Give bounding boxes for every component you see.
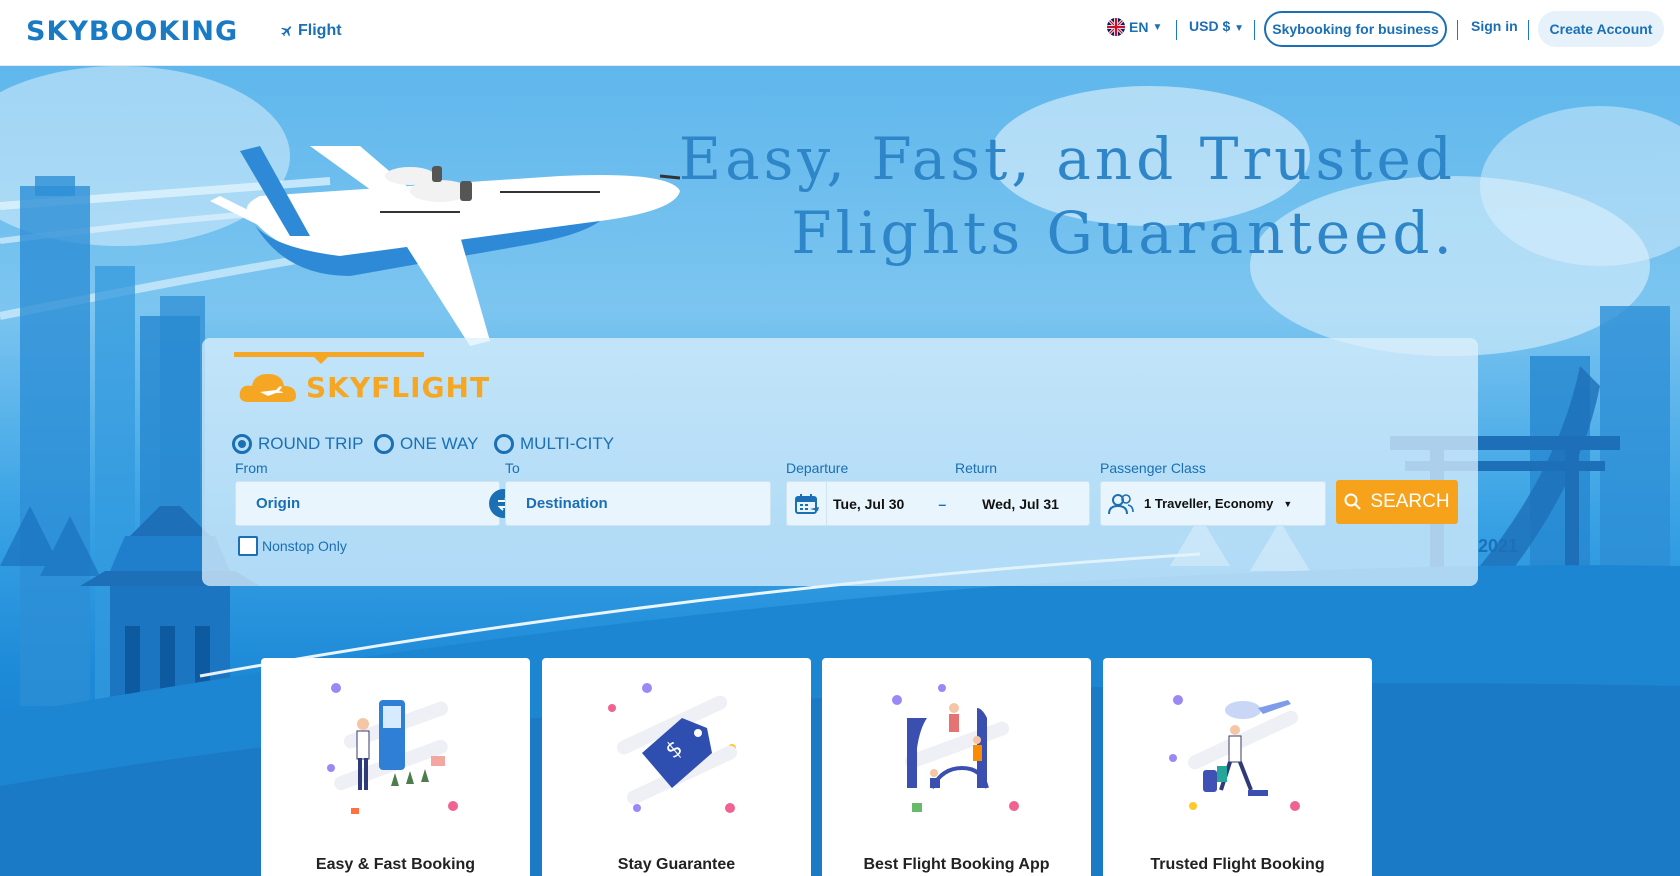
cloud-plane-icon [239,374,296,402]
trip-round[interactable]: ROUND TRIP [232,434,363,454]
trip-multicity-label: MULTI-CITY [520,434,615,453]
feature-title: Best Flight Booking App [863,856,1050,873]
feature-card[interactable]: Trusted Flight Booking [1103,658,1372,876]
currency-selector[interactable]: USD $ ▼ [1189,18,1244,34]
create-account-button[interactable]: Create Account [1538,11,1664,47]
trip-oneway[interactable]: ONE WAY [374,434,478,454]
kiosk-booking-illustration [327,683,458,814]
class-label: Passenger Class [1100,460,1206,476]
passenger-class-select[interactable]: 1 Traveller, Economy ▼ [1100,481,1326,526]
feature-title: Easy & Fast Booking [315,856,476,873]
feature-title: Trusted Flight Booking [1150,856,1325,873]
destination-input[interactable]: Destination [505,481,771,526]
plane-icon [281,26,292,37]
caret-down-icon: ▼ [1234,23,1245,34]
brand-name: SKYFLIGHT [306,370,491,404]
class-value: 1 Traveller, Economy [1144,496,1274,511]
search-button[interactable]: SEARCH [1336,480,1458,524]
price-tag-illustration: $ [608,683,738,813]
departure-date[interactable]: Tue, Jul 30 [833,496,904,512]
date-range-input[interactable]: Tue, Jul 30 – Wed, Jul 31 [786,481,1090,526]
feature-card[interactable]: Easy & Fast Booking [261,658,530,876]
language-selector[interactable]: EN ▼ [1107,18,1162,36]
return-date[interactable]: Wed, Jul 31 [982,496,1059,512]
to-label: To [505,460,520,476]
brand-underline [234,352,424,357]
origin-value: Origin [256,495,301,512]
radio-icon [494,434,514,454]
hero-year-watermark: 2021 [1478,536,1519,556]
signin-link[interactable]: Sign in [1471,18,1518,34]
feature-title: Stay Guarantee [617,856,736,873]
feature-card[interactable]: Best Flight Booking App [822,658,1091,876]
search-icon [1344,493,1362,510]
checkbox-icon [238,536,258,556]
travellers-icon [1101,492,1141,516]
return-label: Return [955,460,998,476]
search-button-label: SEARCH [1370,491,1450,512]
caret-down-icon: ▼ [1152,21,1163,33]
header-divider [1528,20,1529,40]
traveller-illustration [1169,695,1300,811]
header-divider [1457,20,1458,40]
phone-app-illustration [892,684,1019,812]
feature-card[interactable]: $ Stay Guarantee [542,658,811,876]
language-label: EN [1129,19,1149,35]
radio-selected-icon [232,434,252,454]
brand-caret [314,357,328,364]
trip-multicity[interactable]: MULTI-CITY [494,434,614,454]
date-separator: – [938,495,947,512]
business-button[interactable]: Skybooking for business [1264,11,1447,47]
skyflight-brand: SKYFLIGHT [238,368,490,406]
header-divider [1254,20,1255,40]
hero-title-line1: Easy, Fast, and Trusted [678,125,1456,193]
nonstop-checkbox[interactable]: Nonstop Only [238,536,347,556]
top-header: SKYBOOKING Flight EN ▼ USD $ ▼ Skybookin… [0,0,1680,66]
hero-title-line2: Flights Guaranteed. [791,199,1456,267]
nav-flight-link[interactable]: Flight [280,22,342,40]
from-label: From [235,460,268,476]
departure-label: Departure [786,460,849,476]
header-divider [1176,20,1177,40]
trip-oneway-label: ONE WAY [400,434,479,453]
origin-input[interactable]: Origin [235,481,500,526]
nav-flight-label: Flight [298,22,342,39]
flight-search-panel: SKYFLIGHT ROUND TRIP ONE WAY MULTI-CITY … [202,338,1478,586]
trip-round-label: ROUND TRIP [258,434,364,453]
caret-down-icon: ▼ [1283,498,1293,509]
site-logo[interactable]: SKYBOOKING [26,16,238,47]
uk-flag-icon [1107,18,1125,36]
nonstop-label: Nonstop Only [262,538,347,554]
hero-title: Easy, Fast, and Trusted Flights Guarante… [679,122,1456,270]
currency-label: USD $ [1189,18,1231,34]
destination-value: Destination [526,495,608,512]
radio-icon [374,434,394,454]
calendar-icon [787,482,827,525]
